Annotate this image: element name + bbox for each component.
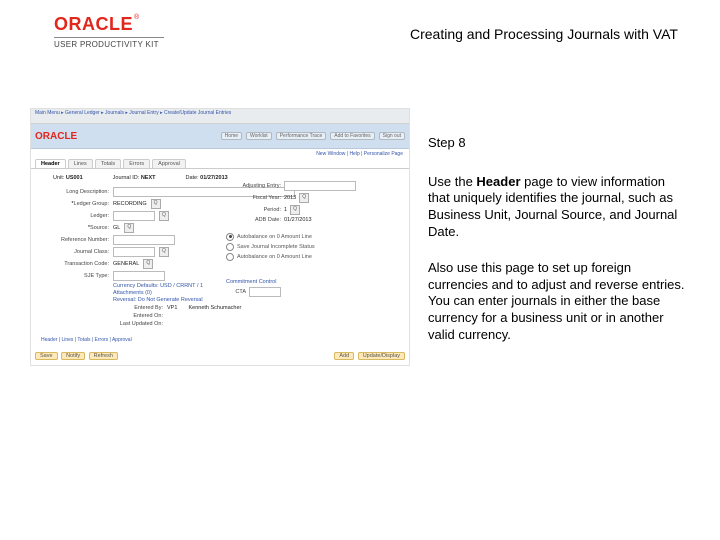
breadcrumb: Main Menu ▸ General Ledger ▸ Journals ▸ … — [31, 109, 409, 124]
refresh-button[interactable]: Refresh — [89, 352, 118, 360]
radio-icon[interactable] — [226, 253, 234, 261]
window-links: New Window | Help | Personalize Page — [31, 149, 409, 159]
ref-input[interactable] — [113, 235, 175, 245]
radio-icon[interactable] — [226, 243, 234, 251]
upk-subline: USER PRODUCTIVITY KIT — [54, 37, 164, 49]
header-buttons: Home Worklist Performance Trace Add to F… — [221, 132, 405, 140]
oracle-wordmark: ORACLE — [54, 14, 133, 35]
tab-approval[interactable]: Approval — [152, 159, 186, 168]
radio-icon[interactable] — [226, 233, 234, 241]
right-column: Adjusting Entry: Fiscal Year:2013Q Perio… — [226, 179, 396, 299]
lookup-icon[interactable]: Q — [290, 205, 300, 215]
step-number: Step 8 — [428, 135, 686, 152]
bottom-tab-links[interactable]: Header | Lines | Totals | Errors | Appro… — [41, 337, 132, 343]
oracle-logo: ORACLE® USER PRODUCTIVITY KIT — [54, 14, 164, 49]
tab-errors[interactable]: Errors — [123, 159, 150, 168]
lookup-icon[interactable]: Q — [124, 223, 134, 233]
currency-link[interactable]: Currency Defaults: USD / CRRNT / 1 — [113, 283, 203, 289]
tab-lines[interactable]: Lines — [68, 159, 93, 168]
save-button[interactable]: Save — [35, 352, 58, 360]
lookup-icon[interactable]: Q — [159, 211, 169, 221]
perf-trace-button[interactable]: Performance Trace — [276, 132, 327, 140]
tab-header[interactable]: Header — [35, 159, 66, 168]
app-brand: ORACLE — [35, 131, 77, 142]
sje-input[interactable] — [113, 271, 165, 281]
home-button[interactable]: Home — [221, 132, 242, 140]
instruction-para-1: Use the Header page to view information … — [428, 174, 686, 241]
page-title: Creating and Processing Journals with VA… — [410, 26, 690, 42]
jclass-input[interactable] — [113, 247, 155, 257]
tabs: Header Lines Totals Errors Approval — [31, 159, 409, 169]
notify-button[interactable]: Notify — [61, 352, 85, 360]
add-button[interactable]: Add — [334, 352, 354, 360]
attachments-link[interactable]: Attachments (0) — [113, 290, 152, 296]
cta-input[interactable] — [249, 287, 281, 297]
instruction-para-2: Also use this page to set up foreign cur… — [428, 260, 686, 343]
app-header: ORACLE Home Worklist Performance Trace A… — [31, 124, 409, 149]
reversal-link[interactable]: Reversal: Do Not Generate Reversal — [113, 297, 203, 303]
update-button[interactable]: Update/Display — [358, 352, 405, 360]
ledger-input[interactable] — [113, 211, 155, 221]
lookup-icon[interactable]: Q — [159, 247, 169, 257]
lookup-icon[interactable]: Q — [299, 193, 309, 203]
signout-button[interactable]: Sign out — [379, 132, 405, 140]
app-screenshot: Main Menu ▸ General Ledger ▸ Journals ▸ … — [30, 108, 410, 366]
adj-entry-select[interactable] — [284, 181, 356, 191]
tab-totals[interactable]: Totals — [95, 159, 121, 168]
lookup-icon[interactable]: Q — [143, 259, 153, 269]
oracle-tm: ® — [134, 14, 139, 21]
commitment-link[interactable]: Commitment Control — [226, 279, 276, 285]
lookup-icon[interactable]: Q — [151, 199, 161, 209]
worklist-button[interactable]: Worklist — [246, 132, 272, 140]
favorites-button[interactable]: Add to Favorites — [330, 132, 374, 140]
instructions: Step 8 Use the Header page to view infor… — [428, 135, 686, 363]
